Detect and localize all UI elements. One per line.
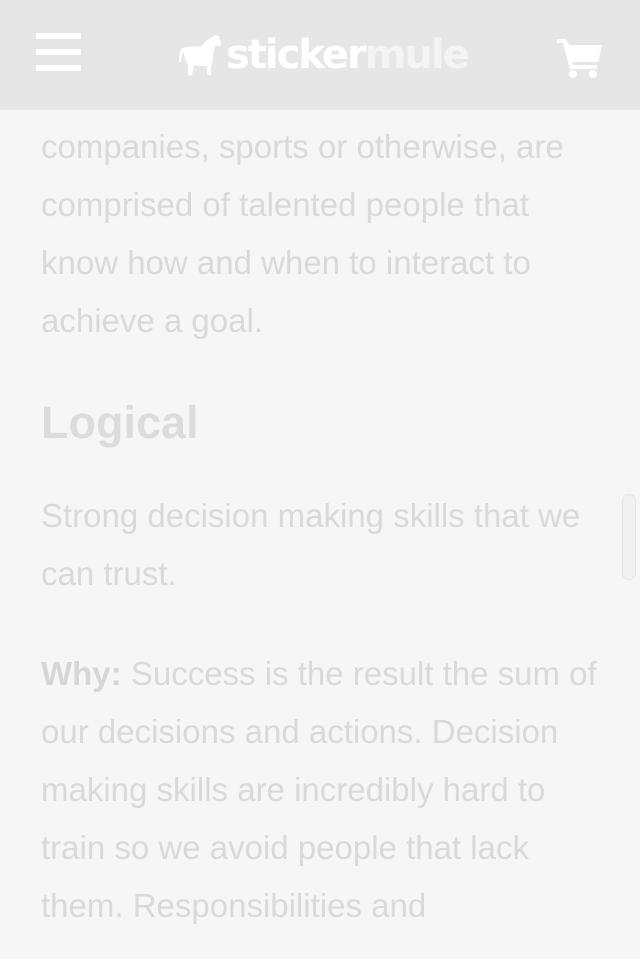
logo-text-mule: mule <box>364 32 470 78</box>
top-nav-bar: stickermule <box>0 0 640 110</box>
logical-paragraph: Strong decision making skills that we ca… <box>41 497 581 592</box>
logo-text-sticker: sticker <box>226 32 367 78</box>
mule-logo-icon <box>179 34 222 75</box>
site-logo[interactable]: stickermule <box>178 27 470 83</box>
shopping-cart-icon[interactable] <box>556 36 604 78</box>
why-text: Success is the result the sum of our dec… <box>41 655 597 924</box>
why-paragraph: Why: Success is the result the sum of ou… <box>41 645 601 935</box>
intro-paragraph: companies, sports or otherwise, are comp… <box>41 128 564 339</box>
logical-heading: Logical <box>41 397 199 448</box>
hamburger-menu-icon[interactable] <box>36 33 82 73</box>
page: stickermule companies, sports or otherwi… <box>0 0 640 959</box>
vertical-scrollbar[interactable] <box>622 494 636 580</box>
why-label: Why: <box>41 655 122 692</box>
